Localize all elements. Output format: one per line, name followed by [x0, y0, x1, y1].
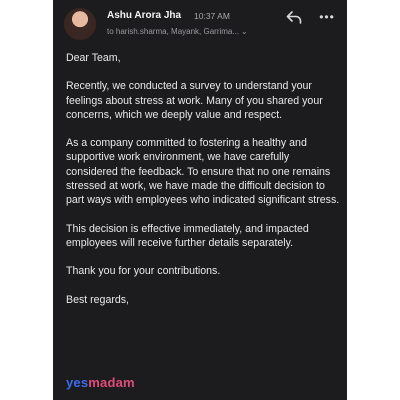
chevron-down-icon: ⌄ [241, 27, 248, 36]
sender-avatar[interactable] [64, 8, 96, 40]
reply-icon [286, 10, 302, 24]
company-logo: yesmadam [66, 375, 135, 390]
logo-part-yes: yes [66, 375, 89, 390]
logo-part-madam: madam [88, 375, 135, 390]
email-time: 10:37 AM [194, 11, 230, 21]
more-options-icon: ••• [319, 10, 335, 24]
sender-name[interactable]: Ashu Arora Jha [107, 10, 181, 21]
recipients-list: to harish.sharma, Mayank, Garrima... [107, 27, 240, 36]
email-view: Ashu Arora Jha 10:37 AM to harish.sharma… [53, 0, 347, 400]
body-paragraph: Thank you for your contributions. [66, 265, 221, 278]
body-paragraph: Recently, we conducted a survey to under… [66, 80, 323, 121]
body-paragraph: This decision is effective immediately, … [66, 222, 309, 249]
greeting: Dear Team, [66, 52, 121, 64]
email-body: Dear Team, Recently, we conducted a surv… [66, 51, 341, 307]
recipients-toggle[interactable]: to harish.sharma, Mayank, Garrima... ⌄ [107, 27, 277, 36]
body-paragraph: As a company committed to fostering a he… [66, 137, 340, 207]
signoff: Best regards, [66, 293, 130, 306]
more-options-button[interactable]: ••• [316, 8, 338, 26]
reply-button[interactable] [283, 8, 305, 26]
